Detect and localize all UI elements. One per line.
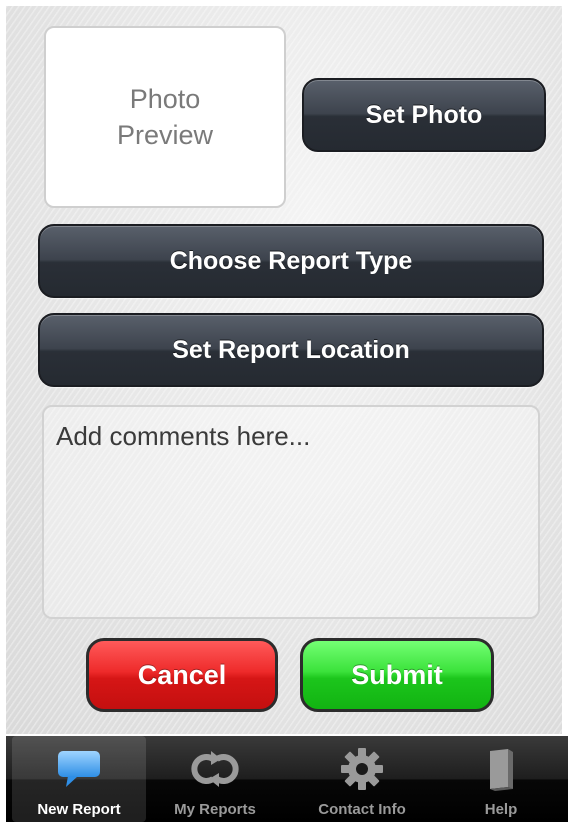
submit-button[interactable]: Submit [300,638,494,712]
set-report-location-button[interactable]: Set Report Location [38,313,544,387]
tab-label: Help [484,801,518,818]
refresh-icon [191,747,239,791]
tab-label: Contact Info [318,801,406,818]
tab-help[interactable]: Help [446,736,556,822]
tab-my-reports[interactable]: My Reports [150,736,280,822]
app-screen: Photo Preview Set Photo Choose Report Ty… [0,0,570,822]
new-report-form: Photo Preview Set Photo Choose Report Ty… [6,6,562,734]
tab-contact-info[interactable]: Contact Info [290,736,434,822]
book-icon [477,747,525,791]
tab-label: New Report [37,801,121,818]
comments-textarea[interactable]: Add comments here... [42,405,540,619]
tab-new-report[interactable]: New Report [12,736,146,822]
cancel-button[interactable]: Cancel [86,638,278,712]
comments-placeholder: Add comments here... [56,421,311,451]
tab-label: My Reports [174,801,256,818]
photo-preview-label: Photo Preview [116,84,214,150]
choose-report-type-button[interactable]: Choose Report Type [38,224,544,298]
photo-preview: Photo Preview [44,26,286,208]
set-photo-button[interactable]: Set Photo [302,78,546,152]
gear-icon [338,747,386,791]
tab-bar: New Report My Reports Contact Info Help [6,736,568,822]
speech-bubble-icon [55,747,103,791]
